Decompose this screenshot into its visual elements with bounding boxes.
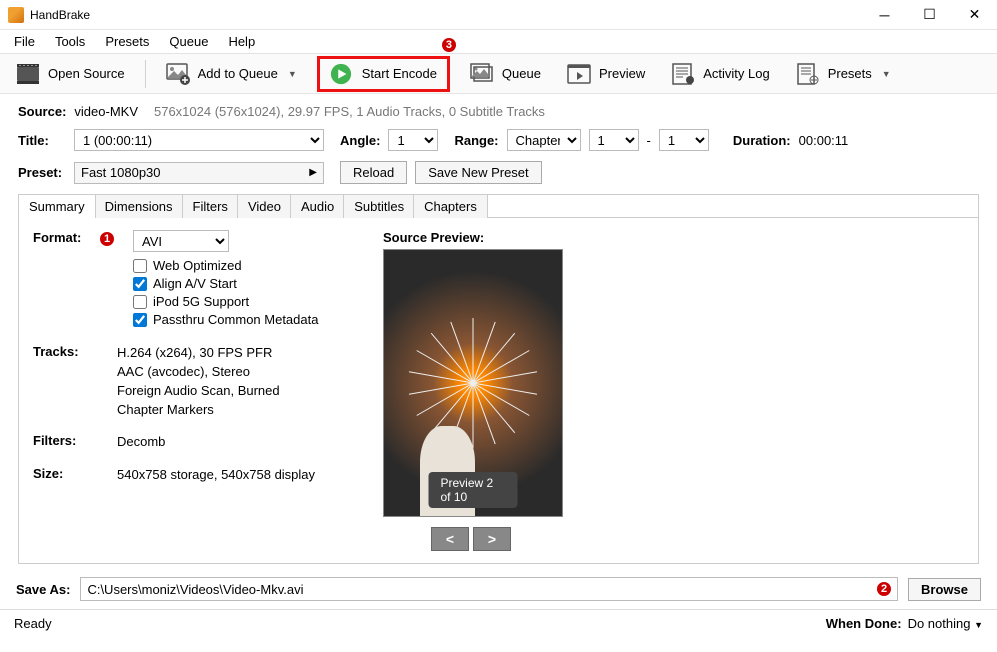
log-icon <box>671 63 695 85</box>
add-to-queue-button[interactable]: Add to Queue ▼ <box>160 59 303 89</box>
images-icon <box>470 63 494 85</box>
preview-next-button[interactable]: > <box>473 527 511 551</box>
when-done-select[interactable]: Do nothing ▼ <box>908 616 983 631</box>
duration-value: 00:00:11 <box>799 133 849 148</box>
tab-dimensions[interactable]: Dimensions <box>94 194 184 218</box>
save-as-input[interactable] <box>80 577 898 601</box>
size-label: Size: <box>33 466 117 485</box>
tab-strip: Summary Dimensions Filters Video Audio S… <box>19 195 978 218</box>
status-text: Ready <box>14 616 52 631</box>
source-preview-image: Preview 2 of 10 <box>383 249 563 517</box>
toolbar-separator <box>145 60 146 88</box>
tab-chapters[interactable]: Chapters <box>413 194 488 218</box>
preset-select[interactable]: Fast 1080p30 ▶ <box>74 162 324 184</box>
close-button[interactable]: ✕ <box>952 0 997 30</box>
dropdown-icon[interactable]: ▼ <box>882 69 891 79</box>
preview-icon <box>567 63 591 85</box>
tabs-container: Summary Dimensions Filters Video Audio S… <box>18 194 979 564</box>
image-plus-icon <box>166 63 190 85</box>
tab-body: Format: 1 AVI Web Optimized Align A/V St… <box>19 217 978 563</box>
tab-summary[interactable]: Summary <box>18 194 96 218</box>
menu-bar: File Tools Presets Queue Help <box>0 30 997 54</box>
preset-label: Preset: <box>18 165 66 180</box>
tab-filters[interactable]: Filters <box>182 194 239 218</box>
range-to-select[interactable]: 1 <box>659 129 709 151</box>
start-encode-button[interactable]: Start Encode <box>362 66 437 81</box>
queue-button[interactable]: Queue <box>464 59 547 89</box>
dropdown-icon[interactable]: ▼ <box>288 69 297 79</box>
open-source-button[interactable]: Open Source <box>10 59 131 89</box>
dropdown-icon: ▼ <box>974 620 983 630</box>
save-as-row: Save As: 2 Browse <box>0 569 997 609</box>
angle-select[interactable]: 1 <box>388 129 438 151</box>
presets-icon <box>796 63 820 85</box>
presets-button[interactable]: Presets ▼ <box>790 59 897 89</box>
badge-3: 3 <box>441 37 457 53</box>
title-label: Title: <box>18 133 66 148</box>
range-type-select[interactable]: Chapters <box>507 129 581 151</box>
app-icon <box>8 7 24 23</box>
source-details: 576x1024 (576x1024), 29.97 FPS, 1 Audio … <box>154 104 545 119</box>
activity-log-label: Activity Log <box>703 66 769 81</box>
menu-help[interactable]: Help <box>218 31 265 52</box>
duration-label: Duration: <box>733 133 791 148</box>
web-optimized-checkbox[interactable] <box>133 259 147 273</box>
size-value: 540x758 storage, 540x758 display <box>117 466 315 485</box>
tab-video[interactable]: Video <box>237 194 292 218</box>
preset-row: Preset: Fast 1080p30 ▶ Reload Save New P… <box>18 161 979 184</box>
preview-counter: Preview 2 of 10 <box>429 472 518 508</box>
open-source-label: Open Source <box>48 66 125 81</box>
source-row: Source: video-MKV 576x1024 (576x1024), 2… <box>18 104 979 119</box>
film-icon <box>16 63 40 85</box>
format-select[interactable]: AVI <box>133 230 229 252</box>
title-row: Title: 1 (00:00:11) Angle: 1 Range: Chap… <box>18 129 979 151</box>
minimize-button[interactable]: ─ <box>862 0 907 30</box>
add-to-queue-label: Add to Queue <box>198 66 278 81</box>
play-icon <box>330 63 354 85</box>
presets-label: Presets <box>828 66 872 81</box>
badge-2: 2 <box>876 581 892 597</box>
badge-1: 1 <box>99 231 115 247</box>
source-preview-label: Source Preview: <box>383 230 964 245</box>
passthru-checkbox[interactable] <box>133 313 147 327</box>
preview-button[interactable]: Preview <box>561 59 651 89</box>
range-label: Range: <box>454 133 498 148</box>
reload-button[interactable]: Reload <box>340 161 407 184</box>
menu-presets[interactable]: Presets <box>95 31 159 52</box>
tracks-value: H.264 (x264), 30 FPS PFR AAC (avcodec), … <box>117 344 280 419</box>
status-bar: Ready When Done: Do nothing ▼ <box>0 609 997 637</box>
align-av-checkbox[interactable] <box>133 277 147 291</box>
filters-label: Filters: <box>33 433 117 452</box>
toolbar: Open Source Add to Queue ▼ 3 Start Encod… <box>0 54 997 94</box>
title-select[interactable]: 1 (00:00:11) <box>74 129 324 151</box>
range-from-select[interactable]: 1 <box>589 129 639 151</box>
range-separator: - <box>647 133 651 148</box>
tracks-label: Tracks: <box>33 344 117 419</box>
source-label: Source: <box>18 104 66 119</box>
tab-subtitles[interactable]: Subtitles <box>343 194 415 218</box>
start-encode-highlight: 3 Start Encode <box>317 56 450 92</box>
save-as-label: Save As: <box>16 582 70 597</box>
filters-value: Decomb <box>117 433 165 452</box>
app-title: HandBrake <box>30 8 862 22</box>
title-bar: HandBrake ─ ☐ ✕ <box>0 0 997 30</box>
preview-prev-button[interactable]: < <box>431 527 469 551</box>
menu-file[interactable]: File <box>4 31 45 52</box>
browse-button[interactable]: Browse <box>908 578 981 601</box>
when-done-label: When Done: <box>826 616 902 631</box>
angle-label: Angle: <box>340 133 380 148</box>
ipod-checkbox[interactable] <box>133 295 147 309</box>
activity-log-button[interactable]: Activity Log <box>665 59 775 89</box>
menu-tools[interactable]: Tools <box>45 31 95 52</box>
menu-queue[interactable]: Queue <box>159 31 218 52</box>
source-name: video-MKV <box>74 104 138 119</box>
tab-audio[interactable]: Audio <box>290 194 345 218</box>
maximize-button[interactable]: ☐ <box>907 0 952 30</box>
save-new-preset-button[interactable]: Save New Preset <box>415 161 541 184</box>
preview-label: Preview <box>599 66 645 81</box>
chevron-right-icon: ▶ <box>309 167 317 178</box>
queue-label: Queue <box>502 66 541 81</box>
